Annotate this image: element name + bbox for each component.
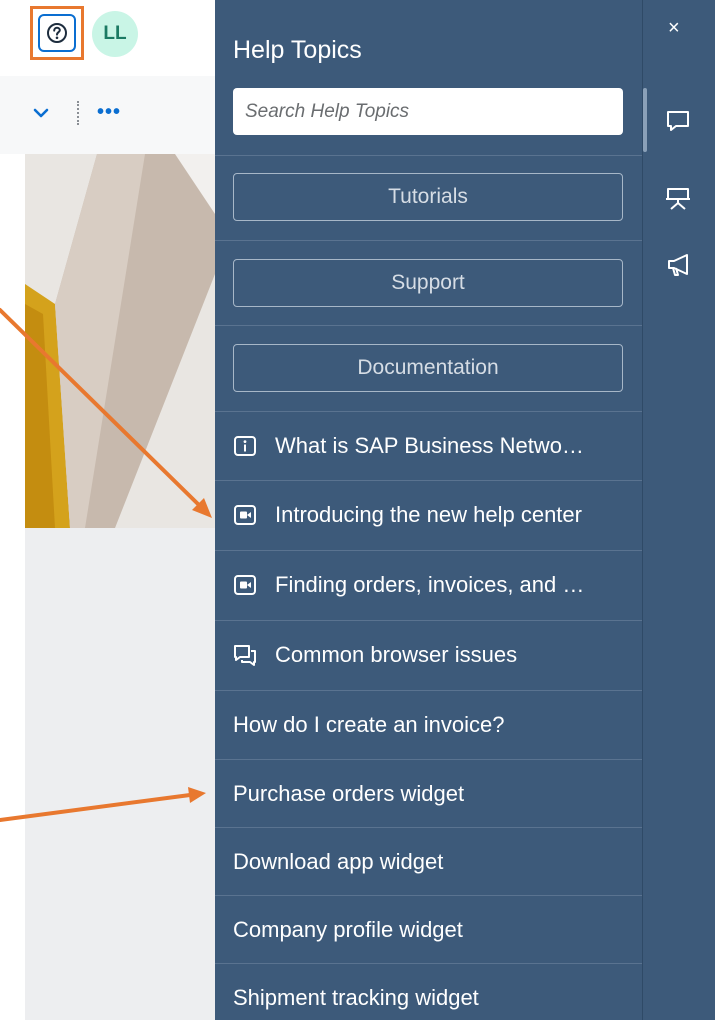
topic-label: Download app widget [233,849,444,874]
topic-download-app-widget[interactable]: Download app widget [215,828,642,896]
search-help-input[interactable] [233,88,623,135]
help-button[interactable] [38,14,76,52]
topic-finding-orders-invoices[interactable]: Finding orders, invoices, and … [215,551,642,619]
user-avatar[interactable]: LL [92,11,138,57]
video-icon [233,503,257,527]
panel-scrollbar[interactable] [643,88,647,152]
divider [215,325,642,326]
announcement-icon[interactable] [665,252,691,278]
conversation-icon [233,643,257,667]
video-icon [233,573,257,597]
support-button[interactable]: Support [233,259,623,307]
help-button-highlight[interactable] [30,6,84,60]
topic-label: How do I create an invoice? [233,712,505,737]
toolbar-separator [77,101,79,125]
question-circle-icon [47,23,67,43]
more-options-button[interactable]: ••• [97,102,121,122]
divider [215,240,642,241]
help-topics-panel: Help Topics Tutorials Support Documentat… [215,0,642,1020]
topic-create-invoice[interactable]: How do I create an invoice? [215,691,642,759]
topic-label: What is SAP Business Netwo… [275,433,584,458]
help-side-rail: × [642,0,715,1020]
hero-image [25,154,215,528]
page-background [25,528,215,1020]
topic-label: Finding orders, invoices, and … [275,572,585,597]
topic-label: Common browser issues [275,642,518,667]
chevron-down-icon[interactable] [32,104,50,122]
topic-what-is-sap-business-network[interactable]: What is SAP Business Netwo… [215,412,642,480]
topic-label: Shipment tracking widget [233,985,479,1010]
documentation-button[interactable]: Documentation [233,344,623,392]
topic-label: Introducing the new help center [275,502,582,527]
divider [215,155,642,156]
info-icon [233,434,257,458]
topic-shipment-tracking-widget[interactable]: Shipment tracking widget [215,964,642,1032]
topic-company-profile-widget[interactable]: Company profile widget [215,896,642,964]
feedback-icon[interactable] [665,108,691,134]
topic-label: Purchase orders widget [233,781,465,806]
topic-introducing-new-help-center[interactable]: Introducing the new help center [215,481,642,549]
close-button[interactable]: × [668,18,680,38]
topic-common-browser-issues[interactable]: Common browser issues [215,621,642,689]
presentation-icon[interactable] [665,186,691,212]
topic-label: Company profile widget [233,917,463,942]
tutorials-button[interactable]: Tutorials [233,173,623,221]
topic-purchase-orders-widget[interactable]: Purchase orders widget [215,760,642,828]
panel-title: Help Topics [233,36,362,64]
